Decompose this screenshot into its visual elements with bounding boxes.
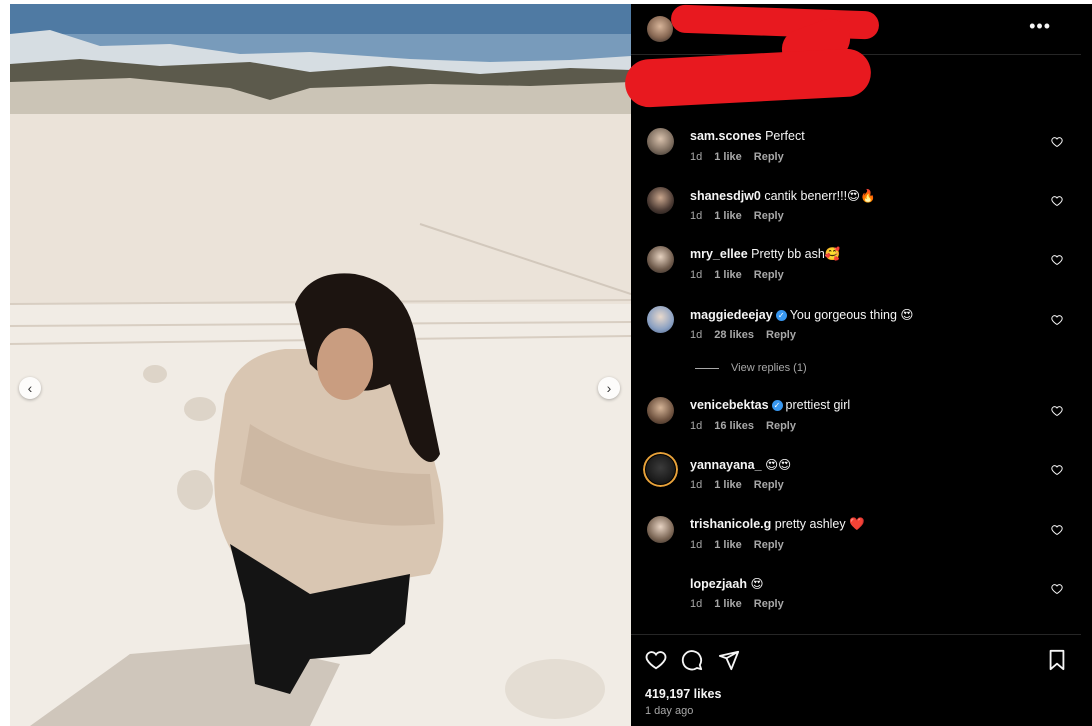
- like-comment-heart-icon[interactable]: [1051, 583, 1063, 595]
- comment-username[interactable]: mry_ellee: [690, 247, 748, 261]
- comment-time[interactable]: 1d: [690, 329, 702, 341]
- commenter-avatar[interactable]: [647, 246, 674, 273]
- commenter-avatar[interactable]: [647, 397, 674, 424]
- post-time[interactable]: 1 day ago: [645, 705, 693, 717]
- comment-username[interactable]: trishanicole.g: [690, 517, 771, 531]
- comment-text: 😍: [750, 577, 764, 591]
- share-send-icon[interactable]: [718, 649, 740, 671]
- comment-likes[interactable]: 1 like: [714, 269, 742, 281]
- commenter-avatar[interactable]: [647, 516, 674, 543]
- comment: mry_ellee Pretty bb ash🥰 1d 1 like Reply: [631, 246, 1081, 304]
- author-avatar[interactable]: [647, 16, 673, 42]
- commenter-avatar-story-ring[interactable]: [643, 452, 678, 487]
- reply-button[interactable]: Reply: [754, 210, 784, 222]
- like-comment-heart-icon[interactable]: [1051, 314, 1063, 326]
- redaction-mark: [623, 47, 873, 109]
- reply-button[interactable]: Reply: [754, 539, 784, 551]
- comment: yannayana_ 😍😍 1d 1 like Reply: [631, 452, 1081, 514]
- comment-username[interactable]: venicebektas: [690, 398, 769, 412]
- comment-likes[interactable]: 1 like: [714, 539, 742, 551]
- like-comment-heart-icon[interactable]: [1051, 195, 1063, 207]
- comment-username[interactable]: yannayana_: [690, 458, 762, 472]
- reply-button[interactable]: Reply: [754, 598, 784, 610]
- next-image-button[interactable]: ›: [598, 377, 620, 399]
- likes-count[interactable]: 419,197 likes: [645, 687, 721, 701]
- comment-likes[interactable]: 28 likes: [714, 329, 754, 341]
- comment-time[interactable]: 1d: [690, 479, 702, 491]
- comment-text: prettiest girl: [785, 398, 851, 412]
- like-comment-heart-icon[interactable]: [1051, 254, 1063, 266]
- like-comment-heart-icon[interactable]: [1051, 464, 1063, 476]
- comment: sam.scones Perfect 1d 1 like Reply: [631, 128, 1081, 186]
- reply-button[interactable]: Reply: [754, 269, 784, 281]
- comment-likes[interactable]: 1 like: [714, 151, 742, 163]
- comment: venicebektas ✓ prettiest girl 1d 16 likes Re…: [631, 397, 1081, 455]
- reply-button[interactable]: Reply: [766, 329, 796, 341]
- post-actions: [631, 646, 1081, 676]
- comment-text: cantik benerr!!!😍🔥: [764, 189, 876, 203]
- snow-photo: [10, 4, 631, 726]
- commenter-avatar[interactable]: [647, 128, 674, 155]
- actions-divider: [631, 634, 1081, 635]
- comment-time[interactable]: 1d: [690, 151, 702, 163]
- comment-time[interactable]: 1d: [690, 539, 702, 551]
- like-heart-icon[interactable]: [645, 649, 667, 671]
- comment: trishanicole.g pretty ashley ❤️ 1d 1 like…: [631, 516, 1081, 574]
- reply-button[interactable]: Reply: [766, 420, 796, 432]
- save-bookmark-icon[interactable]: [1047, 649, 1067, 671]
- view-replies-line: [695, 367, 719, 369]
- view-replies-button[interactable]: View replies (1): [695, 362, 807, 374]
- comments-panel: ••• sam.scones Perfect 1d 1 like Reply sha…: [623, 4, 1092, 726]
- comment-text: You gorgeous thing 😍: [789, 308, 914, 322]
- comment-text: pretty ashley ❤️: [774, 517, 865, 531]
- comment-text: Pretty bb ash🥰: [751, 247, 841, 261]
- comment-username[interactable]: shanesdjw0: [690, 189, 761, 203]
- post-image[interactable]: ‹ ›: [10, 4, 631, 726]
- comment-username[interactable]: sam.scones: [690, 129, 762, 143]
- comment: maggiedeejay ✓ You gorgeous thing 😍 1d 28 l…: [631, 306, 1081, 364]
- like-comment-heart-icon[interactable]: [1051, 405, 1063, 417]
- previous-image-button[interactable]: ‹: [19, 377, 41, 399]
- like-comment-heart-icon[interactable]: [1051, 136, 1063, 148]
- verified-badge-icon: ✓: [775, 310, 787, 322]
- comment-username[interactable]: maggiedeejay: [690, 308, 773, 322]
- comment-bubble-icon[interactable]: [681, 649, 703, 671]
- comment-time[interactable]: 1d: [690, 598, 702, 610]
- like-comment-heart-icon[interactable]: [1051, 524, 1063, 536]
- comment-time[interactable]: 1d: [690, 210, 702, 222]
- comment-likes[interactable]: 1 like: [714, 479, 742, 491]
- commenter-avatar[interactable]: [647, 575, 674, 602]
- view-replies-label: View replies (1): [731, 362, 807, 374]
- comment-likes[interactable]: 1 like: [714, 210, 742, 222]
- reply-button[interactable]: Reply: [754, 479, 784, 491]
- comment: shanesdjw0 cantik benerr!!!😍🔥 1d 1 like Re…: [631, 187, 1081, 245]
- reply-button[interactable]: Reply: [754, 151, 784, 163]
- comment-likes[interactable]: 1 like: [714, 598, 742, 610]
- comment: lopezjaah 😍 1d 1 like Reply: [631, 575, 1081, 633]
- commenter-avatar[interactable]: [647, 187, 674, 214]
- verified-badge-icon: ✓: [771, 400, 783, 412]
- more-options-icon[interactable]: •••: [1029, 16, 1051, 37]
- comment-likes[interactable]: 16 likes: [714, 420, 754, 432]
- comment-username[interactable]: lopezjaah: [690, 577, 747, 591]
- comment-text: 😍😍: [765, 458, 792, 472]
- comment-time[interactable]: 1d: [690, 269, 702, 281]
- commenter-avatar[interactable]: [647, 306, 674, 333]
- comment-time[interactable]: 1d: [690, 420, 702, 432]
- comment-text: Perfect: [765, 129, 805, 143]
